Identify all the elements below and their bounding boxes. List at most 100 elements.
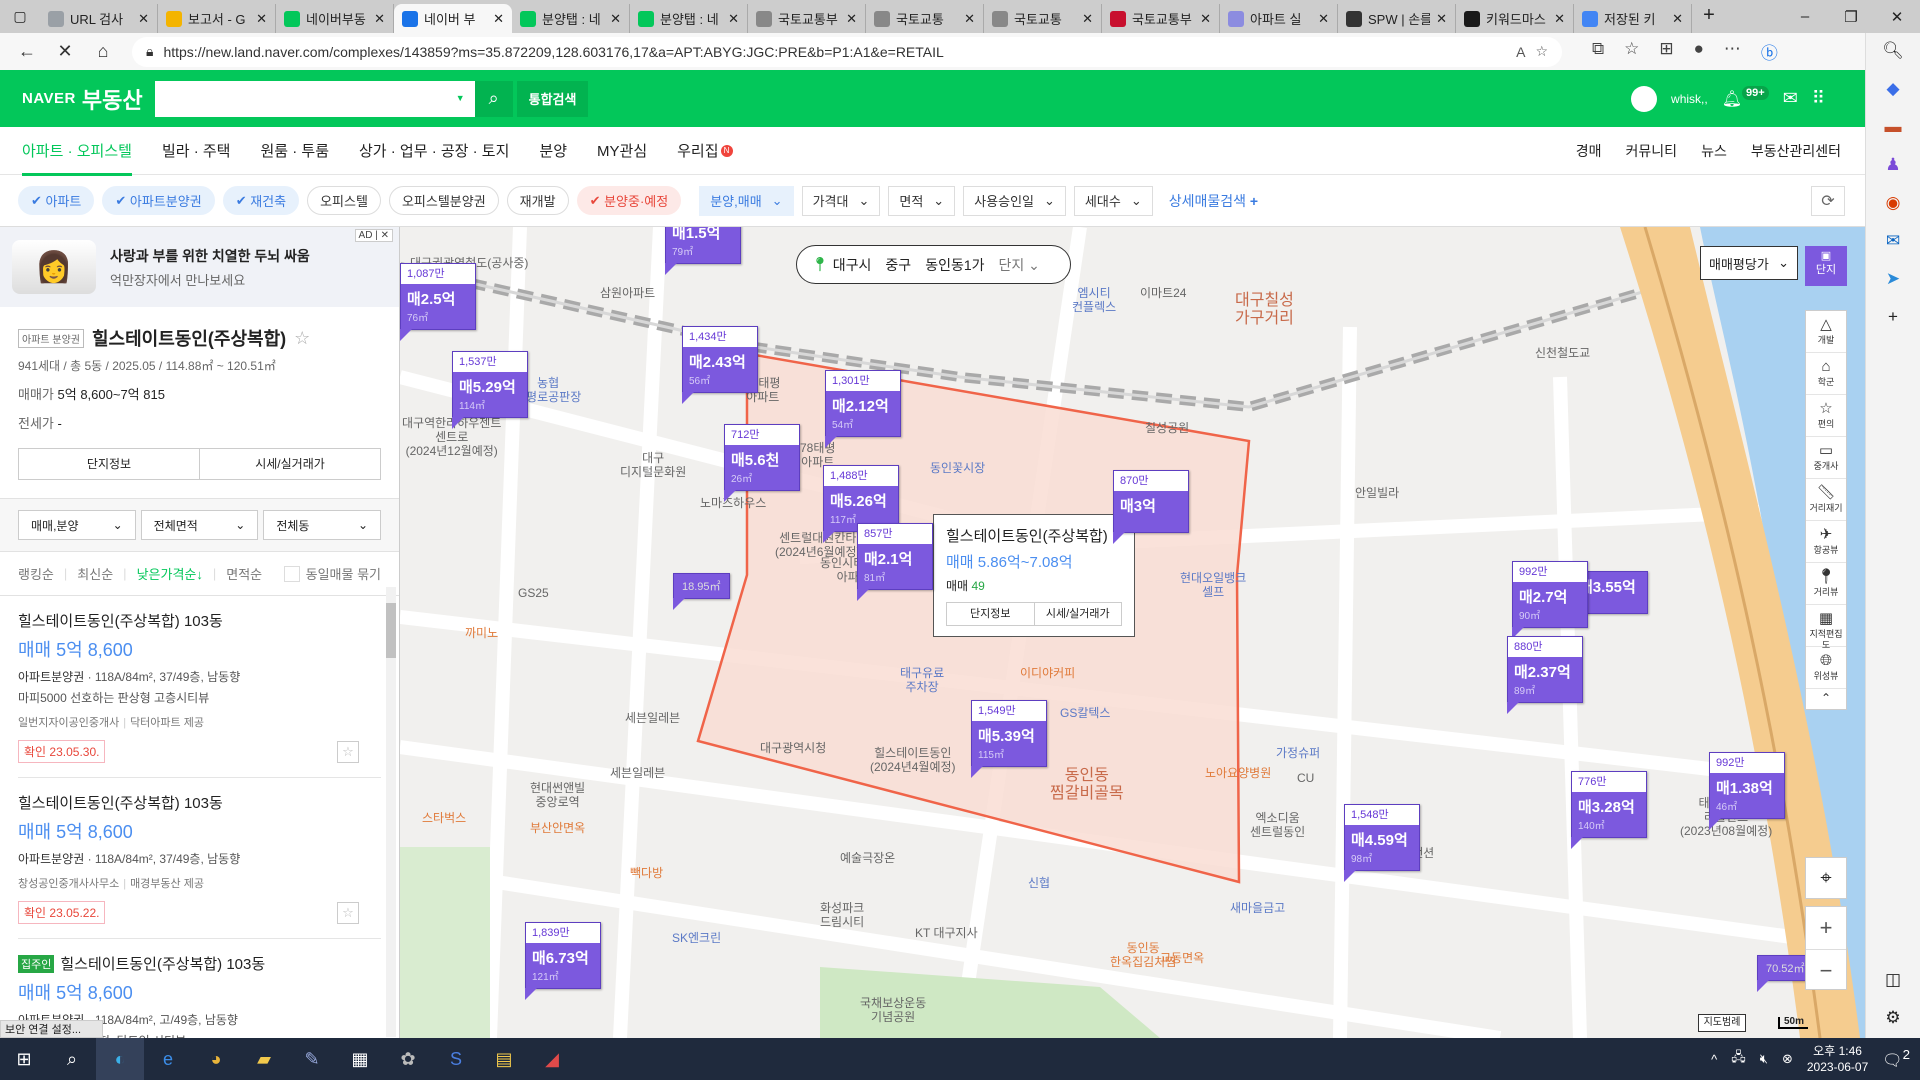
price-marker[interactable]: 1,537만 매5.29억 114㎡ — [452, 351, 528, 429]
popup-price-history-button[interactable]: 시세/실거래가 — [1033, 603, 1122, 625]
browser-tab[interactable]: 저장된 키 ✕ — [1574, 4, 1692, 33]
price-marker[interactable]: 870만 매3억 — [1113, 470, 1189, 544]
breadcrumb-district[interactable]: 중구 — [885, 255, 911, 275]
chrome-icon[interactable]: ◕ — [192, 1038, 240, 1080]
home-button[interactable]: ⌂ — [84, 41, 122, 62]
browser-tab[interactable]: SPW | 손를 ✕ — [1338, 4, 1456, 33]
price-marker[interactable]: 776만 매3.28억 140㎡ — [1571, 771, 1647, 849]
map-poi-label[interactable]: 엠시티 컨플렉스 — [1072, 286, 1116, 315]
select-area-all[interactable]: 전체면적 ⌄ — [140, 510, 259, 540]
username[interactable]: whisk,, — [1671, 92, 1708, 106]
sidebar-panel-icon[interactable]: ◫ — [1885, 970, 1901, 990]
nav-presale[interactable]: 분양 — [539, 127, 567, 175]
nav-agent-center[interactable]: 부동산관리센터 — [1751, 141, 1841, 161]
browser-tab[interactable]: URL 검사 ✕ — [40, 4, 158, 33]
map[interactable]: 삼원아파트대구권광역철도(공사중)농협 태평로공판장대구역한라하우젠트 센트로 … — [400, 227, 1865, 1038]
select-trade[interactable]: 매매,분양 ⌄ — [18, 510, 136, 540]
office-icon[interactable]: ◉ — [1886, 193, 1901, 213]
extensions-icon[interactable]: ⧉ — [1592, 39, 1604, 64]
tab-close-icon[interactable]: ✕ — [728, 11, 739, 27]
volume-muted-icon[interactable]: 🔇︎ — [1760, 1051, 1768, 1067]
popup-complex-info-button[interactable]: 단지정보 — [947, 603, 1034, 625]
map-poi-label[interactable]: 스타벅스 — [422, 811, 466, 826]
outlook-icon[interactable]: ✉ — [1886, 231, 1900, 251]
ad-close-button[interactable]: AD | ✕ — [354, 229, 393, 242]
tab-close-icon[interactable]: ✕ — [610, 11, 621, 27]
minimize-button[interactable]: – — [1782, 0, 1828, 33]
naver-land-logo[interactable]: NAVER 부동산 — [22, 83, 143, 115]
nav-auction[interactable]: 경매 — [1576, 141, 1602, 161]
nav-my-interest[interactable]: MY관심 — [597, 127, 647, 175]
price-marker[interactable]: 매1.5억 79㎡ — [665, 227, 741, 275]
tool-development[interactable]: △ 개발 — [1806, 311, 1846, 353]
nav-oneroom[interactable]: 원룸 · 투룸 — [260, 127, 329, 175]
map-poi-label[interactable]: CU — [1297, 771, 1314, 786]
nav-my-home[interactable]: 우리집 N — [677, 127, 733, 175]
tray-chevron-icon[interactable]: ^ — [1711, 1052, 1717, 1067]
nav-community[interactable]: 커뮤니티 — [1626, 141, 1678, 161]
map-poi-label[interactable]: SK엔크린 — [672, 931, 721, 946]
ad-banner[interactable]: 👩 사랑과 부를 위한 치열한 두뇌 싸움 억만장자에서 만나보세요 AD | … — [0, 227, 399, 307]
new-tab-button[interactable]: + — [1692, 4, 1726, 33]
map-poi-label[interactable]: 화성파크 드림시티 — [820, 901, 864, 930]
sort-ranking[interactable]: 랭킹순 — [18, 564, 54, 583]
map-poi-label[interactable]: 신협 — [1028, 876, 1050, 891]
favorite-star-icon[interactable]: ☆ — [294, 328, 310, 349]
detail-search-button[interactable]: 상세매물검색 + — [1169, 191, 1258, 211]
tool-street[interactable]: 📍︎ 거리뷰 — [1806, 563, 1846, 605]
zoom-in-button[interactable]: + — [1806, 907, 1846, 949]
refresh-button[interactable]: ⟳ — [1811, 185, 1845, 216]
price-marker[interactable]: 1,301만 매2.12억 54㎡ — [825, 370, 901, 448]
tool-aerial[interactable]: ✈︎ 항공뷰 — [1806, 521, 1846, 563]
app-icon[interactable]: ✿ — [384, 1038, 432, 1080]
search-input[interactable]: ▼ — [154, 80, 475, 117]
favorite-star-icon[interactable]: ☆ — [1535, 43, 1548, 60]
folder-app-icon[interactable]: ▤ — [480, 1038, 528, 1080]
favorite-star-icon[interactable]: ☆ — [337, 741, 359, 763]
zoom-out-button[interactable]: − — [1806, 949, 1846, 991]
tool-measure[interactable]: 📏︎ 거리재기 — [1806, 479, 1846, 521]
select-area[interactable]: 면적 ⌄ — [888, 185, 956, 216]
browser-tab[interactable]: 네이버 부 ✕ — [394, 4, 512, 33]
map-poi-label[interactable]: 국채보상운동 기념공원 — [860, 996, 926, 1025]
apps-grid-icon[interactable]: ⠿ — [1812, 88, 1825, 109]
map-poi-label[interactable]: 노아요양병원 — [1205, 766, 1271, 781]
map-poi-label[interactable]: 엑소디움 센트럴동인 — [1250, 811, 1305, 840]
map-poi-label[interactable]: 이디야커피 — [1020, 666, 1075, 681]
list-scrollbar[interactable] — [386, 587, 396, 1037]
edge-icon[interactable]: ◐ — [96, 1038, 144, 1080]
chip-redevelop[interactable]: 재개발 — [506, 186, 569, 215]
map-poi-label[interactable]: 신천철도교 — [1535, 346, 1590, 361]
stop-button[interactable]: ✕ — [46, 41, 84, 62]
bing-copilot-icon[interactable]: ⓑ — [1761, 39, 1778, 64]
notification-center-icon[interactable]: 🗨︎2 — [1882, 1047, 1910, 1070]
select-households[interactable]: 세대수 ⌄ — [1073, 185, 1153, 216]
browser-tab[interactable]: 국토교통부 ✕ — [1102, 4, 1220, 33]
search-icon[interactable]: 🔍︎ — [1882, 41, 1904, 61]
price-history-button[interactable]: 시세/실거래가 — [199, 449, 380, 479]
select-trade-type[interactable]: 분양,매매 ⌄ — [699, 185, 794, 216]
map-poi-label[interactable]: 동인꽃시장 — [930, 461, 985, 476]
tool-cadastral[interactable]: ▦ 지적편집도 — [1806, 605, 1846, 650]
collapse-tools-button[interactable]: ⌃ — [1806, 689, 1846, 709]
more-menu-icon[interactable]: ⋯ — [1724, 39, 1741, 64]
tab-close-icon[interactable]: ✕ — [1436, 11, 1447, 27]
map-poi-label[interactable]: 가정슈퍼 — [1276, 746, 1320, 761]
nav-apt-officetel[interactable]: 아파트 · 오피스텔 — [22, 127, 132, 176]
file-explorer-icon[interactable]: ▰ — [240, 1038, 288, 1080]
url-field[interactable]: 🔒︎ https://new.land.naver.com/complexes/… — [132, 36, 1562, 67]
internet-explorer-icon[interactable]: e — [144, 1038, 192, 1080]
map-poi-label[interactable]: 대구광역시청 — [760, 741, 826, 756]
browser-tab[interactable]: 분양탭 : 네 ✕ — [630, 4, 748, 33]
integrated-search-button[interactable]: 통합검색 — [516, 80, 589, 117]
map-poi-label[interactable]: 교동면옥 — [1160, 951, 1204, 966]
tab-close-icon[interactable]: ✕ — [138, 11, 149, 27]
price-marker[interactable]: 1,548만 매4.59억 98㎡ — [1344, 804, 1420, 882]
map-poi-label[interactable]: 현대오일뱅크 셀프 — [1180, 571, 1246, 600]
tab-close-icon[interactable]: ✕ — [1672, 11, 1683, 27]
nav-news[interactable]: 뉴스 — [1701, 141, 1727, 161]
tray-app-icon[interactable]: ⊗ — [1782, 1051, 1793, 1067]
map-poi-label[interactable]: 대구칠성 가구거리 — [1235, 292, 1294, 329]
browser-tab[interactable]: 분양탭 : 네 ✕ — [512, 4, 630, 33]
back-button[interactable]: ← — [8, 41, 46, 62]
